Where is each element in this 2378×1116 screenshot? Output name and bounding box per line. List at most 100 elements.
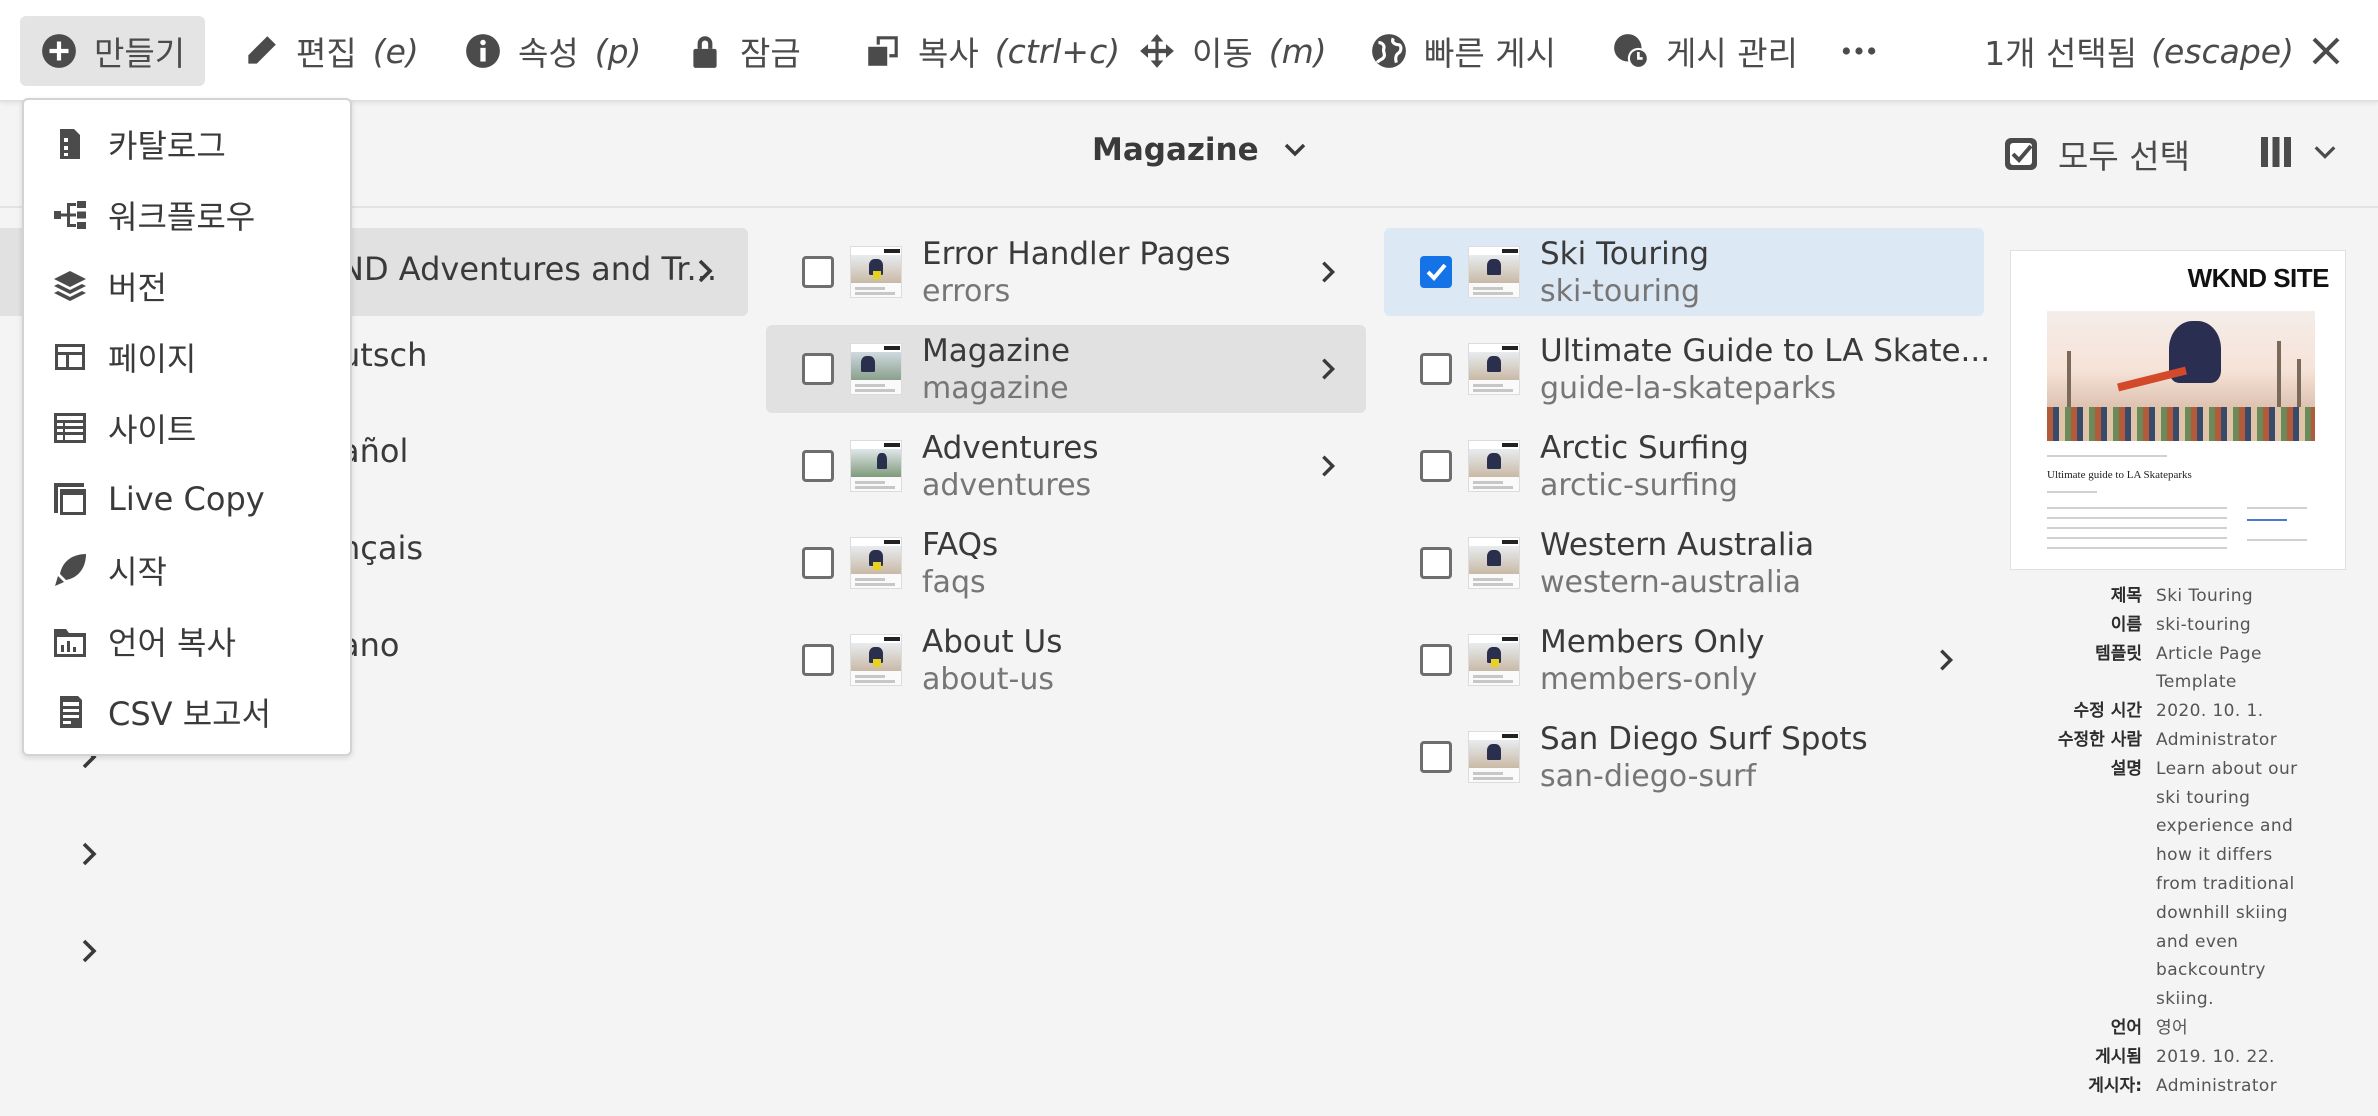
move-icon [1140,34,1174,68]
menu-item-catalog[interactable]: 카탈로그 [24,108,350,179]
page-thumbnail [1468,440,1520,492]
meta-modified-value: 2020. 10. 1. [2156,701,2264,722]
menu-item-label: 버전 [108,268,167,307]
item-name: about-us [922,662,1055,697]
list-item[interactable]: Adventures adventures [766,422,1366,510]
edit-shortcut: (e) [372,31,419,71]
quick-publish-label: 빠른 게시 [1424,34,1556,73]
list-item[interactable]: Arctic Surfing arctic-surfing [1384,422,1984,510]
lock-button[interactable]: 잠금 [666,16,821,86]
close-icon[interactable] [2308,33,2344,69]
view-switcher[interactable] [2258,134,2338,170]
item-name: san-diego-surf [1540,759,1757,794]
item-label: nçais [340,529,424,567]
create-button[interactable]: 만들기 [20,16,206,86]
copy-shortcut: (ctrl+c) [994,31,1121,71]
row-checkbox[interactable] [1420,547,1452,579]
item-label: ND Adventures and Tr... [340,250,718,288]
menu-item-site[interactable]: 사이트 [24,392,350,463]
chevron-right-icon[interactable] [74,839,104,869]
menu-item-language-copy[interactable]: 언어 복사 [24,605,350,676]
csv-report-icon [60,695,82,728]
list-item[interactable]: Ultimate Guide to LA Skate... guide-la-s… [1384,325,1990,413]
site-icon [54,412,86,443]
item-name: members-only [1540,662,1758,697]
quick-publish-button[interactable]: 빠른 게시 [1350,16,1576,86]
page-icon [55,343,85,370]
meta-description-line: ski touring [2156,787,2251,808]
copy-label: 복사 [918,34,979,73]
properties-label: 속성 [518,34,579,73]
list-item[interactable]: Western Australia western-australia [1384,519,1984,607]
chevron-right-icon[interactable] [1314,258,1342,286]
list-item[interactable]: FAQs faqs [766,519,1366,607]
copy-button[interactable]: 복사 (ctrl+c) [844,16,1140,86]
more-button[interactable] [1820,16,1898,86]
list-item[interactable]: San Diego Surf Spots san-diego-surf [1384,713,1984,801]
selection-info[interactable]: 1개 선택됨 (escape) [1984,16,2344,86]
manage-publication-button[interactable]: 게시 관리 [1592,16,1818,86]
chevron-right-icon[interactable] [1314,355,1342,383]
list-item[interactable]: Error Handler Pages errors [766,228,1366,316]
row-checkbox[interactable] [802,450,834,482]
row-checkbox[interactable] [802,353,834,385]
copy-icon [868,36,898,66]
meta-description-line: from traditional [2156,873,2295,894]
select-all-button[interactable]: 모두 선택 [2002,130,2190,178]
row-checkbox[interactable] [1420,450,1452,482]
page-thumbnail [1468,343,1520,395]
menu-item-live-copy[interactable]: Live Copy [24,463,350,534]
chevron-right-icon[interactable] [1314,452,1342,480]
escape-hint: (escape) [2151,31,2294,71]
list-item[interactable]: Members Only members-only [1384,616,1984,704]
row-checkbox[interactable] [802,547,834,579]
row-checkbox[interactable] [1420,353,1452,385]
page-thumbnail [850,343,902,395]
breadcrumb[interactable]: Magazine [1092,132,1309,168]
catalog-icon [60,128,80,159]
item-title: Arctic Surfing [1540,430,1749,466]
page-thumbnail [850,634,902,686]
row-checkbox[interactable] [802,256,834,288]
item-title: About Us [922,624,1063,660]
menu-item-workflow[interactable]: 워크플로우 [24,179,350,250]
edit-button[interactable]: 편집 (e) [222,16,439,86]
row-checkbox[interactable] [1420,256,1452,288]
row-checkbox[interactable] [1420,644,1452,676]
menu-item-csv-report[interactable]: CSV 보고서 [24,676,350,747]
move-button[interactable]: 이동 (m) [1118,16,1347,86]
meta-published-by-label: 게시자: [2088,1075,2142,1096]
breadcrumb-label: Magazine [1092,132,1259,168]
row-checkbox[interactable] [1420,741,1452,773]
edit-label: 편집 [296,34,357,73]
item-name: arctic-surfing [1540,468,1738,503]
list-item[interactable]: Ski Touring ski-touring [1384,228,1984,316]
chevron-right-icon[interactable] [1932,646,1960,674]
menu-item-label: CSV 보고서 [108,694,272,733]
menu-item-version[interactable]: 버전 [24,250,350,321]
meta-name-value: ski-touring [2156,614,2252,635]
chevron-right-icon[interactable] [74,936,104,966]
list-item[interactable]: About Us about-us [766,616,1366,704]
add-circle-icon [42,34,76,68]
menu-item-launch[interactable]: 시작 [24,534,350,605]
properties-button[interactable]: 속성 (p) [444,16,661,86]
page-thumbnail [1468,537,1520,589]
meta-title-label: 제목 [2110,586,2142,606]
create-label: 만들기 [94,34,186,73]
item-title: Members Only [1540,624,1765,660]
page-thumbnail [850,246,902,298]
item-label: utsch [340,336,428,374]
menu-item-page[interactable]: 페이지 [24,321,350,392]
item-title: San Diego Surf Spots [1540,721,1868,757]
meta-description-line: and even [2156,931,2239,952]
preview-article-title: Ultimate guide to LA Skateparks [2047,469,2192,481]
row-checkbox[interactable] [802,644,834,676]
item-name: faqs [922,565,986,600]
menu-item-label: 페이지 [108,339,197,378]
create-menu: 카탈로그 워크플로우 버전 페이지 사이트 Live Copy 시작 언어 복사… [22,98,352,756]
list-item[interactable]: Magazine magazine [766,325,1366,413]
item-title: Ultimate Guide to LA Skate... [1540,333,1991,369]
lock-label: 잠금 [740,34,801,73]
chevron-right-icon[interactable] [690,256,720,286]
